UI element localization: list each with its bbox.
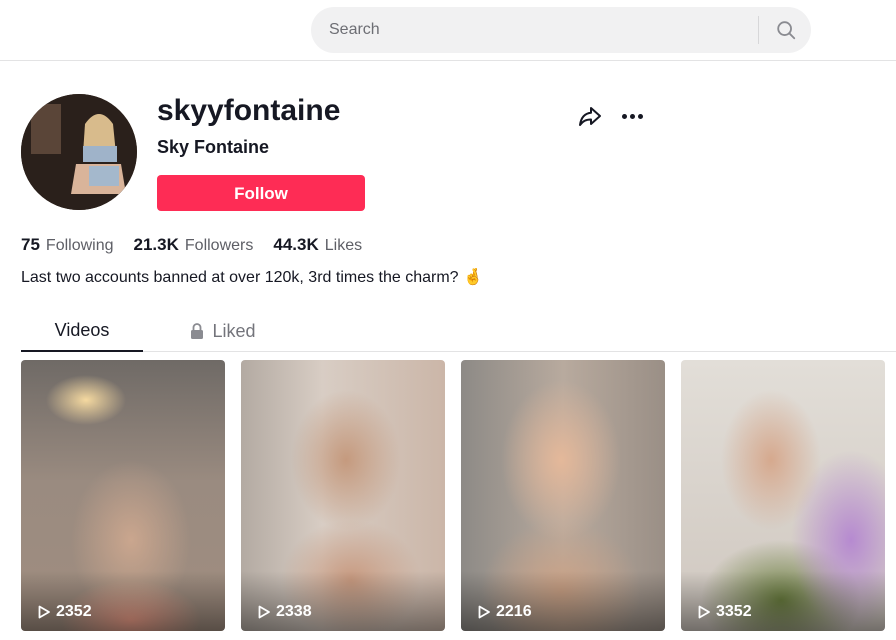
share-button[interactable] <box>577 103 603 129</box>
search-icon <box>777 21 796 40</box>
stat-likes: 44.3K Likes <box>273 235 362 255</box>
more-icon <box>637 113 643 119</box>
lock-icon <box>191 323 204 339</box>
video-card[interactable]: 2338 <box>241 360 445 631</box>
tab-liked[interactable]: Liked <box>163 310 283 352</box>
stat-followers[interactable]: 21.3K Followers <box>134 235 254 255</box>
play-icon <box>38 605 50 619</box>
more-options-button[interactable] <box>618 103 646 129</box>
display-name: Sky Fontaine <box>157 137 270 157</box>
thumbnail-shade <box>681 571 885 631</box>
view-count: 2338 <box>257 603 312 621</box>
view-count-value: 2338 <box>276 603 312 620</box>
view-count-value: 2216 <box>496 603 532 620</box>
avatar-image <box>21 94 137 210</box>
stat-label: Followers <box>184 237 254 254</box>
stat-label: Likes <box>324 237 363 254</box>
view-count-value: 2352 <box>56 603 92 620</box>
view-count: 2216 <box>477 603 532 621</box>
avatar[interactable] <box>21 94 137 210</box>
thumbnail-shade <box>241 571 445 631</box>
share-icon <box>579 107 601 126</box>
view-count-value: 3352 <box>716 603 752 620</box>
play-icon <box>478 605 490 619</box>
search-input[interactable] <box>327 7 747 53</box>
top-bar <box>0 0 896 61</box>
search-button[interactable] <box>761 7 811 53</box>
more-icon <box>621 113 627 119</box>
search-bar <box>311 7 811 53</box>
tab-liked-label: Liked <box>212 321 256 341</box>
profile-bio: Last two accounts banned at over 120k, 3… <box>21 269 483 286</box>
profile-stats: 75 Following 21.3K Followers 44.3K Likes <box>21 234 382 256</box>
thumbnail-shade <box>461 571 665 631</box>
follow-button[interactable]: Follow <box>157 175 365 211</box>
username: skyyfontaine <box>157 94 341 127</box>
stat-value: 21.3K <box>133 235 179 254</box>
stat-following[interactable]: 75 Following <box>21 235 114 255</box>
more-icon <box>629 113 635 119</box>
tab-videos[interactable]: Videos <box>21 310 143 352</box>
video-grid: 2352 2338 2216 3352 <box>21 360 896 640</box>
play-icon <box>698 605 710 619</box>
stat-value: 44.3K <box>273 235 319 254</box>
thumbnail-shade <box>21 571 225 631</box>
profile-tabs: Videos Liked <box>21 310 896 352</box>
view-count: 2352 <box>37 603 92 621</box>
stat-label: Following <box>45 237 114 254</box>
video-card[interactable]: 2352 <box>21 360 225 631</box>
view-count: 3352 <box>697 603 752 621</box>
search-divider <box>758 16 759 44</box>
stat-value: 75 <box>21 235 40 254</box>
video-card[interactable]: 3352 <box>681 360 885 631</box>
video-card[interactable]: 2216 <box>461 360 665 631</box>
play-icon <box>258 605 270 619</box>
